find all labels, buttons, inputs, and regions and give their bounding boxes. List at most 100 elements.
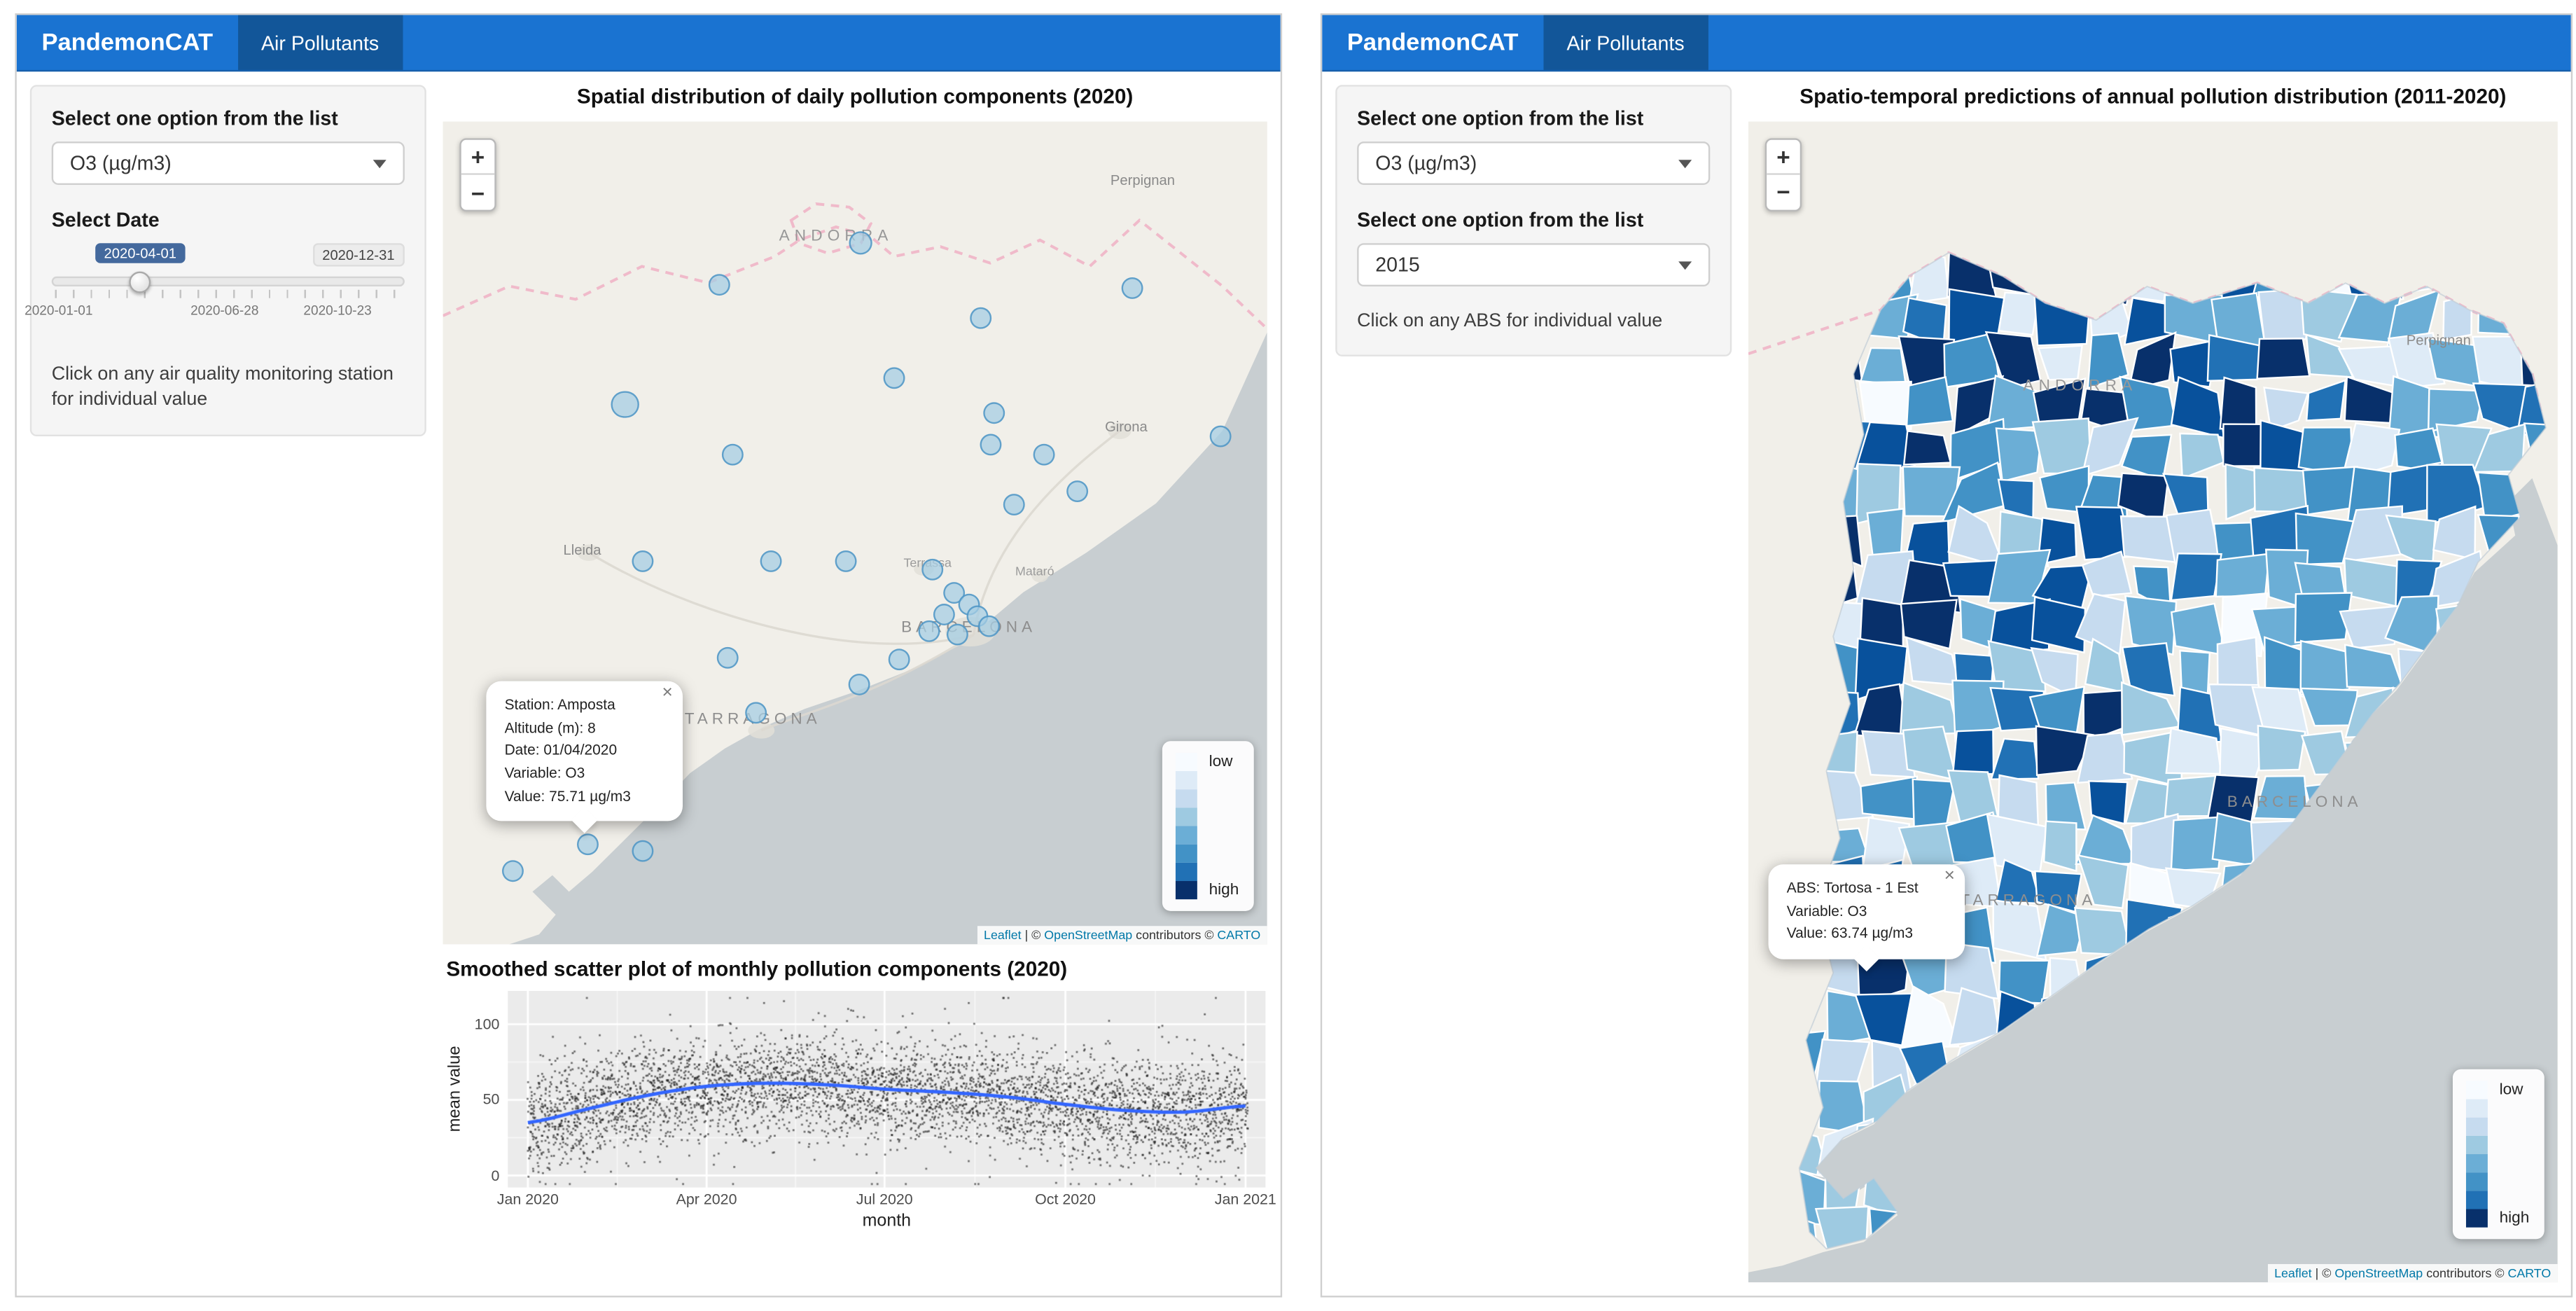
legend-swatch	[1176, 807, 1197, 826]
slider-track[interactable]	[52, 277, 405, 286]
legend-swatch	[1176, 845, 1197, 863]
station-marker[interactable]	[1003, 494, 1024, 516]
popup-close-icon[interactable]: ×	[662, 684, 672, 702]
pollutant-select-value: O3 (µg/m3)	[1375, 151, 1477, 174]
station-marker[interactable]	[502, 859, 524, 881]
station-marker[interactable]	[888, 648, 910, 670]
station-marker[interactable]	[632, 840, 654, 861]
slider-value-badge: 2020-04-01	[96, 243, 185, 263]
station-marker[interactable]	[1066, 481, 1087, 503]
station-marker[interactable]	[576, 833, 598, 855]
main-right: Spatio-temporal predictions of annual po…	[1748, 85, 2558, 1282]
station-marker[interactable]	[849, 674, 870, 695]
popup-line: Date: 01/04/2020	[505, 740, 656, 762]
station-marker[interactable]	[760, 550, 782, 571]
station-marker[interactable]	[970, 307, 991, 328]
station-marker[interactable]	[982, 402, 1004, 424]
x-tick-label: Jul 2020	[856, 1191, 913, 1207]
station-marker[interactable]	[1122, 277, 1143, 298]
popup-line: Variable: O3	[505, 763, 656, 785]
main-left: Spatial distribution of daily pollution …	[443, 85, 1267, 1282]
zoom-control: + −	[459, 138, 496, 211]
leaflet-link[interactable]: Leaflet	[2274, 1265, 2312, 1280]
station-marker[interactable]	[933, 604, 955, 626]
slider-grid-labels: 2020-01-012020-06-282020-10-23	[52, 303, 405, 324]
zoom-out-button[interactable]: −	[461, 175, 495, 210]
station-marker[interactable]	[980, 433, 1001, 455]
station-map[interactable]: PerpignanANDORRAGironaLleidaTerrassaMata…	[443, 122, 1267, 945]
scatter-plot: mean value 050100 Jan 2020Apr 2020Jul 20…	[443, 991, 1267, 1230]
chevron-down-icon	[1678, 159, 1692, 167]
zoom-out-button[interactable]: −	[1767, 175, 1800, 210]
map-legend: low high	[2453, 1069, 2544, 1240]
station-marker[interactable]	[1033, 443, 1055, 465]
y-axis-ticks: 050100	[468, 991, 508, 1188]
year-select-label: Select one option from the list	[1357, 208, 1710, 231]
slider-grid-label: 2020-06-28	[190, 303, 258, 318]
zoom-in-button[interactable]: +	[1767, 140, 1800, 175]
leaflet-link[interactable]: Leaflet	[984, 928, 1022, 943]
navbar-right: PandemonCAT Air Pollutants	[1322, 15, 2571, 71]
station-marker[interactable]	[947, 624, 968, 646]
x-tick-label: Jan 2021	[1215, 1191, 1276, 1207]
station-marker[interactable]	[921, 558, 943, 580]
zoom-in-button[interactable]: +	[461, 140, 495, 175]
osm-link[interactable]: OpenStreetMap	[2334, 1265, 2423, 1280]
station-marker[interactable]	[835, 550, 857, 571]
legend-high-label: high	[1209, 881, 1239, 899]
carto-link[interactable]: CARTO	[2507, 1265, 2551, 1280]
tab-air-pollutants[interactable]: Air Pollutants	[238, 15, 403, 69]
app-brand[interactable]: PandemonCAT	[1322, 15, 1543, 69]
map-title-left: Spatial distribution of daily pollution …	[443, 85, 1267, 115]
year-select[interactable]: 2015	[1357, 243, 1710, 286]
legend-color-ramp	[2466, 1081, 2488, 1227]
station-marker[interactable]	[611, 391, 639, 418]
popup-line: Variable: O3	[1787, 901, 1938, 923]
left-app-window: PandemonCAT Air Pollutants Select one op…	[15, 13, 1282, 1298]
abs-choropleth-map[interactable]: PerpignanANDORRABARCELONATARRAGONA + − ×…	[1748, 122, 2558, 1283]
popup-content: ABS: Tortosa - 1 EstVariable: O3Value: 6…	[1787, 878, 1938, 945]
tab-air-pollutants[interactable]: Air Pollutants	[1543, 15, 1708, 69]
popup-close-icon[interactable]: ×	[1944, 868, 1955, 886]
station-marker[interactable]	[977, 616, 999, 637]
pollutant-select[interactable]: O3 (µg/m3)	[1357, 141, 1710, 185]
station-marker[interactable]	[883, 368, 905, 389]
station-marker[interactable]	[632, 550, 654, 571]
osm-link[interactable]: OpenStreetMap	[1044, 928, 1132, 943]
slider-grid-label: 2020-10-23	[303, 303, 371, 318]
pollutant-select-value: O3 (µg/m3)	[70, 151, 172, 174]
abs-popup: × ABS: Tortosa - 1 EstVariable: O3Value:…	[1769, 864, 1965, 959]
map-attribution: Leaflet | © OpenStreetMap contributors ©…	[977, 926, 1267, 944]
pollutant-select-label: Select one option from the list	[52, 106, 405, 130]
slider-grid-label: 2020-01-01	[25, 303, 92, 318]
station-marker[interactable]	[722, 443, 744, 465]
legend-high-label: high	[2500, 1209, 2530, 1228]
pollutant-select[interactable]: O3 (µg/m3)	[52, 141, 405, 185]
station-marker[interactable]	[1210, 425, 1232, 447]
popup-content: Station: AmpostaAltitude (m): 8Date: 01/…	[505, 695, 656, 808]
station-marker[interactable]	[745, 702, 767, 723]
screenshot-root: PandemonCAT Air Pollutants Select one op…	[0, 0, 2576, 1311]
date-slider[interactable]: 2020-04-01 2020-12-31 2020-01-012020-06-…	[52, 243, 405, 340]
carto-link[interactable]: CARTO	[1217, 928, 1260, 943]
popup-line: Value: 75.71 µg/m3	[505, 785, 656, 807]
legend-swatch	[1176, 826, 1197, 845]
station-marker[interactable]	[919, 620, 940, 642]
slider-handle[interactable]	[130, 272, 151, 293]
station-marker[interactable]	[717, 647, 739, 669]
station-marker[interactable]	[849, 231, 872, 255]
legend-color-ramp	[1176, 753, 1197, 899]
attribution-text: contributors ©	[1132, 928, 1217, 943]
popup-line: Altitude (m): 8	[505, 717, 656, 740]
app-brand[interactable]: PandemonCAT	[17, 15, 238, 69]
right-app-window: PandemonCAT Air Pollutants Select one op…	[1321, 13, 2572, 1298]
station-marker[interactable]	[709, 274, 731, 296]
popup-line: ABS: Tortosa - 1 Est	[1787, 878, 1938, 900]
zoom-control: + −	[1765, 138, 1802, 211]
year-select-value: 2015	[1375, 253, 1420, 276]
legend-swatch	[2466, 1172, 2488, 1191]
legend-swatch	[2466, 1191, 2488, 1209]
legend-swatch	[2466, 1100, 2488, 1118]
pollutant-select-label: Select one option from the list	[1357, 106, 1710, 130]
legend-swatch	[2466, 1118, 2488, 1136]
